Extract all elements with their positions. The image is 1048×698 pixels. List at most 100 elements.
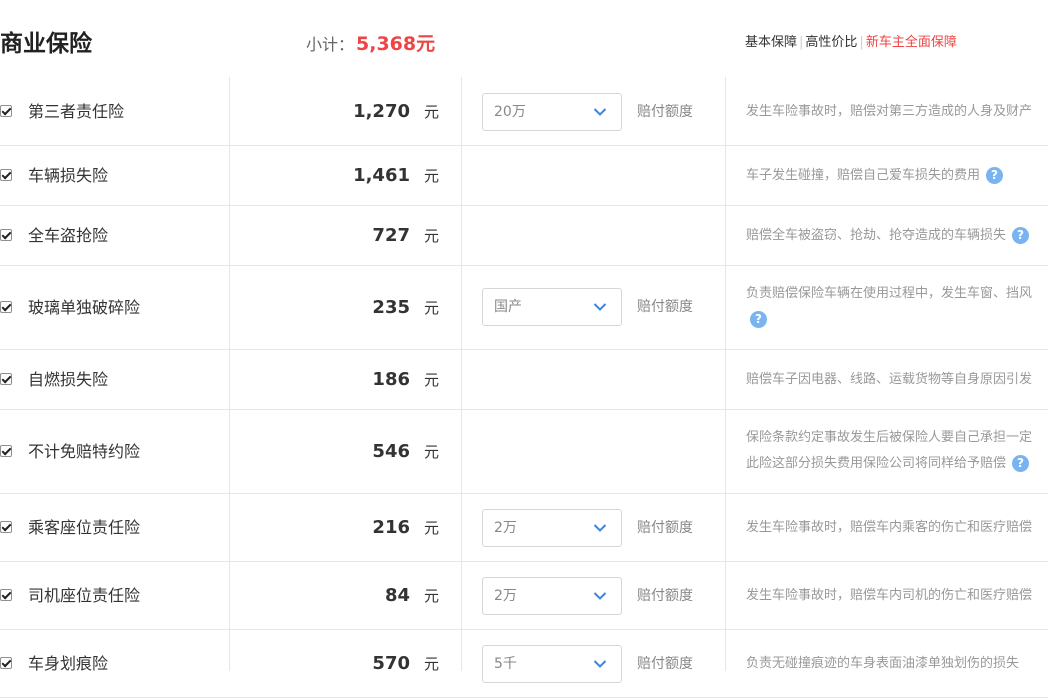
question-mark-circle-icon[interactable]: ? — [1012, 227, 1030, 244]
coverage-label: 赔付额度 — [637, 520, 693, 536]
insurance-name: 全车盗抢险 — [28, 226, 109, 245]
question-mark-circle-icon[interactable]: ? — [1012, 455, 1030, 472]
description-line: 赔偿全车被盗窃、抢劫、抢夺造成的车辆损失? — [746, 223, 1030, 249]
price-unit: 元 — [424, 519, 440, 537]
chevron-down-icon — [593, 660, 607, 668]
coverage-value: 20万 — [494, 104, 526, 120]
insurance-name: 车身划痕险 — [28, 654, 109, 673]
insurance-price: 235 — [372, 297, 410, 318]
insurance-row: 车身划痕险 570 元 5千 赔付额度 负责无碰撞痕迹的车身表面油漆单独划伤的损失 — [0, 630, 1048, 698]
description-line: 负责赔偿保险车辆在使用过程中，发生车窗、挡风 — [746, 286, 1033, 301]
insurance-name: 不计免赔特约险 — [28, 442, 141, 461]
include-checkbox[interactable] — [0, 229, 12, 241]
include-checkbox[interactable] — [0, 301, 12, 313]
insurance-description: 负责无碰撞痕迹的车身表面油漆单独划伤的损失 — [746, 651, 1019, 677]
description-line: 赔偿车子因电器、线路、运载货物等自身原因引发 — [746, 372, 1033, 387]
coverage-select[interactable]: 2万 — [482, 577, 622, 615]
coverage-label: 赔付额度 — [637, 656, 693, 672]
insurance-price: 1,461 — [353, 165, 410, 186]
coverage-label: 赔付额度 — [637, 588, 693, 604]
description-line: 此险这部分损失费用保险公司将同样给予赔偿? — [746, 451, 1032, 477]
insurance-row: 司机座位责任险 84 元 2万 赔付额度 发生车险事故时，赔偿车内司机的伤亡和医疗赔偿 — [0, 562, 1048, 630]
insurance-row: 车辆损失险 1,461 元 车子发生碰撞，赔偿自己爱车损失的费用? — [0, 146, 1048, 206]
plan-basic-link[interactable]: 基本保障 — [745, 35, 797, 50]
subtotal-amount: 5,368元 — [356, 33, 436, 55]
insurance-price: 186 — [372, 369, 410, 390]
include-checkbox[interactable] — [0, 521, 12, 533]
include-checkbox[interactable] — [0, 445, 12, 457]
section-title: 商业保险 — [0, 31, 92, 57]
coverage-select[interactable]: 5千 — [482, 645, 622, 683]
chevron-down-icon — [593, 592, 607, 600]
coverage-select[interactable]: 20万 — [482, 93, 622, 131]
chevron-down-icon — [593, 303, 607, 311]
plan-presets: 基本保障 | 高性价比 | 新车主全面保障 — [745, 34, 957, 52]
insurance-row: 不计免赔特约险 546 元 保险条款约定事故发生后被保险人要自己承担一定此险这部分损失… — [0, 410, 1048, 494]
coverage-select[interactable]: 国产 — [482, 288, 622, 326]
include-checkbox[interactable] — [0, 373, 12, 385]
insurance-description: 赔偿全车被盗窃、抢劫、抢夺造成的车辆损失? — [746, 223, 1030, 249]
insurance-name: 玻璃单独破碎险 — [28, 298, 141, 317]
insurance-row: 乘客座位责任险 216 元 2万 赔付额度 发生车险事故时，赔偿车内乘客的伤亡和医疗赔… — [0, 494, 1048, 562]
price-unit: 元 — [424, 655, 440, 673]
commercial-insurance-header: 商业保险 小计： 5,368元 基本保障 | 高性价比 | 新车主全面保障 — [0, 0, 1048, 77]
price-unit: 元 — [424, 167, 440, 185]
question-mark-circle-icon[interactable]: ? — [986, 167, 1004, 184]
description-line: 发生车险事故时，赔偿车内司机的伤亡和医疗赔偿 — [746, 588, 1033, 603]
coverage-value: 2万 — [494, 520, 517, 536]
insurance-name: 司机座位责任险 — [28, 586, 141, 605]
subtotal-label: 小计： — [306, 35, 355, 54]
include-checkbox[interactable] — [0, 105, 12, 117]
include-checkbox[interactable] — [0, 169, 12, 181]
description-line: 车子发生碰撞，赔偿自己爱车损失的费用? — [746, 163, 1004, 189]
insurance-row: 第三者责任险 1,270 元 20万 赔付额度 发生车险事故时，赔偿对第三方造成的人身… — [0, 78, 1048, 146]
plan-separator: | — [799, 35, 804, 50]
insurance-name: 第三者责任险 — [28, 102, 125, 121]
insurance-price: 216 — [372, 517, 410, 538]
price-unit: 元 — [424, 371, 440, 389]
insurance-description: 车子发生碰撞，赔偿自己爱车损失的费用? — [746, 163, 1004, 189]
coverage-select[interactable]: 2万 — [482, 509, 622, 547]
insurance-description: 赔偿车子因电器、线路、运载货物等自身原因引发 — [746, 367, 1032, 393]
insurance-price: 570 — [372, 653, 410, 674]
insurance-description: 发生车险事故时，赔偿对第三方造成的人身及财产 — [746, 99, 1032, 125]
insurance-name: 车辆损失险 — [28, 166, 109, 185]
insurance-description: 发生车险事故时，赔偿车内乘客的伤亡和医疗赔偿 — [746, 515, 1032, 541]
chevron-down-icon — [593, 108, 607, 116]
plan-separator: | — [859, 35, 864, 50]
price-unit: 元 — [424, 227, 440, 245]
insurance-row: 自燃损失险 186 元 赔偿车子因电器、线路、运载货物等自身原因引发 — [0, 350, 1048, 410]
include-checkbox[interactable] — [0, 657, 12, 669]
description-line: 保险条款约定事故发生后被保险人要自己承担一定 — [746, 430, 1033, 445]
coverage-label: 赔付额度 — [637, 299, 693, 315]
insurance-row: 全车盗抢险 727 元 赔偿全车被盗窃、抢劫、抢夺造成的车辆损失? — [0, 206, 1048, 266]
description-line: ? — [746, 307, 1032, 333]
insurance-description: 负责赔偿保险车辆在使用过程中，发生车窗、挡风? — [746, 281, 1032, 333]
chevron-down-icon — [593, 524, 607, 532]
include-checkbox[interactable] — [0, 589, 12, 601]
description-line: 负责无碰撞痕迹的车身表面油漆单独划伤的损失 — [746, 656, 1020, 671]
price-unit: 元 — [424, 587, 440, 605]
insurance-price: 1,270 — [353, 101, 410, 122]
description-line: 发生车险事故时，赔偿车内乘客的伤亡和医疗赔偿 — [746, 520, 1033, 535]
price-unit: 元 — [424, 443, 440, 461]
coverage-label: 赔付额度 — [637, 104, 693, 120]
price-unit: 元 — [424, 299, 440, 317]
plan-new-owner-link[interactable]: 新车主全面保障 — [866, 35, 957, 50]
coverage-value: 国产 — [494, 299, 522, 315]
subtotal: 小计： 5,368元 — [306, 32, 435, 57]
insurance-name: 乘客座位责任险 — [28, 518, 141, 537]
insurance-description: 发生车险事故时，赔偿车内司机的伤亡和医疗赔偿 — [746, 583, 1032, 609]
insurance-price: 727 — [372, 225, 410, 246]
insurance-row: 玻璃单独破碎险 235 元 国产 赔付额度 负责赔偿保险车辆在使用过程中，发生车窗、挡… — [0, 266, 1048, 350]
plan-value-link[interactable]: 高性价比 — [805, 35, 857, 50]
question-mark-circle-icon[interactable]: ? — [750, 311, 767, 328]
insurance-name: 自燃损失险 — [28, 370, 109, 389]
insurance-price: 546 — [372, 441, 410, 462]
description-line: 发生车险事故时，赔偿对第三方造成的人身及财产 — [746, 104, 1033, 119]
coverage-value: 5千 — [494, 656, 517, 672]
insurance-description: 保险条款约定事故发生后被保险人要自己承担一定此险这部分损失费用保险公司将同样给予… — [746, 425, 1032, 477]
coverage-value: 2万 — [494, 588, 517, 604]
insurance-price: 84 — [384, 585, 410, 606]
price-unit: 元 — [424, 103, 440, 121]
